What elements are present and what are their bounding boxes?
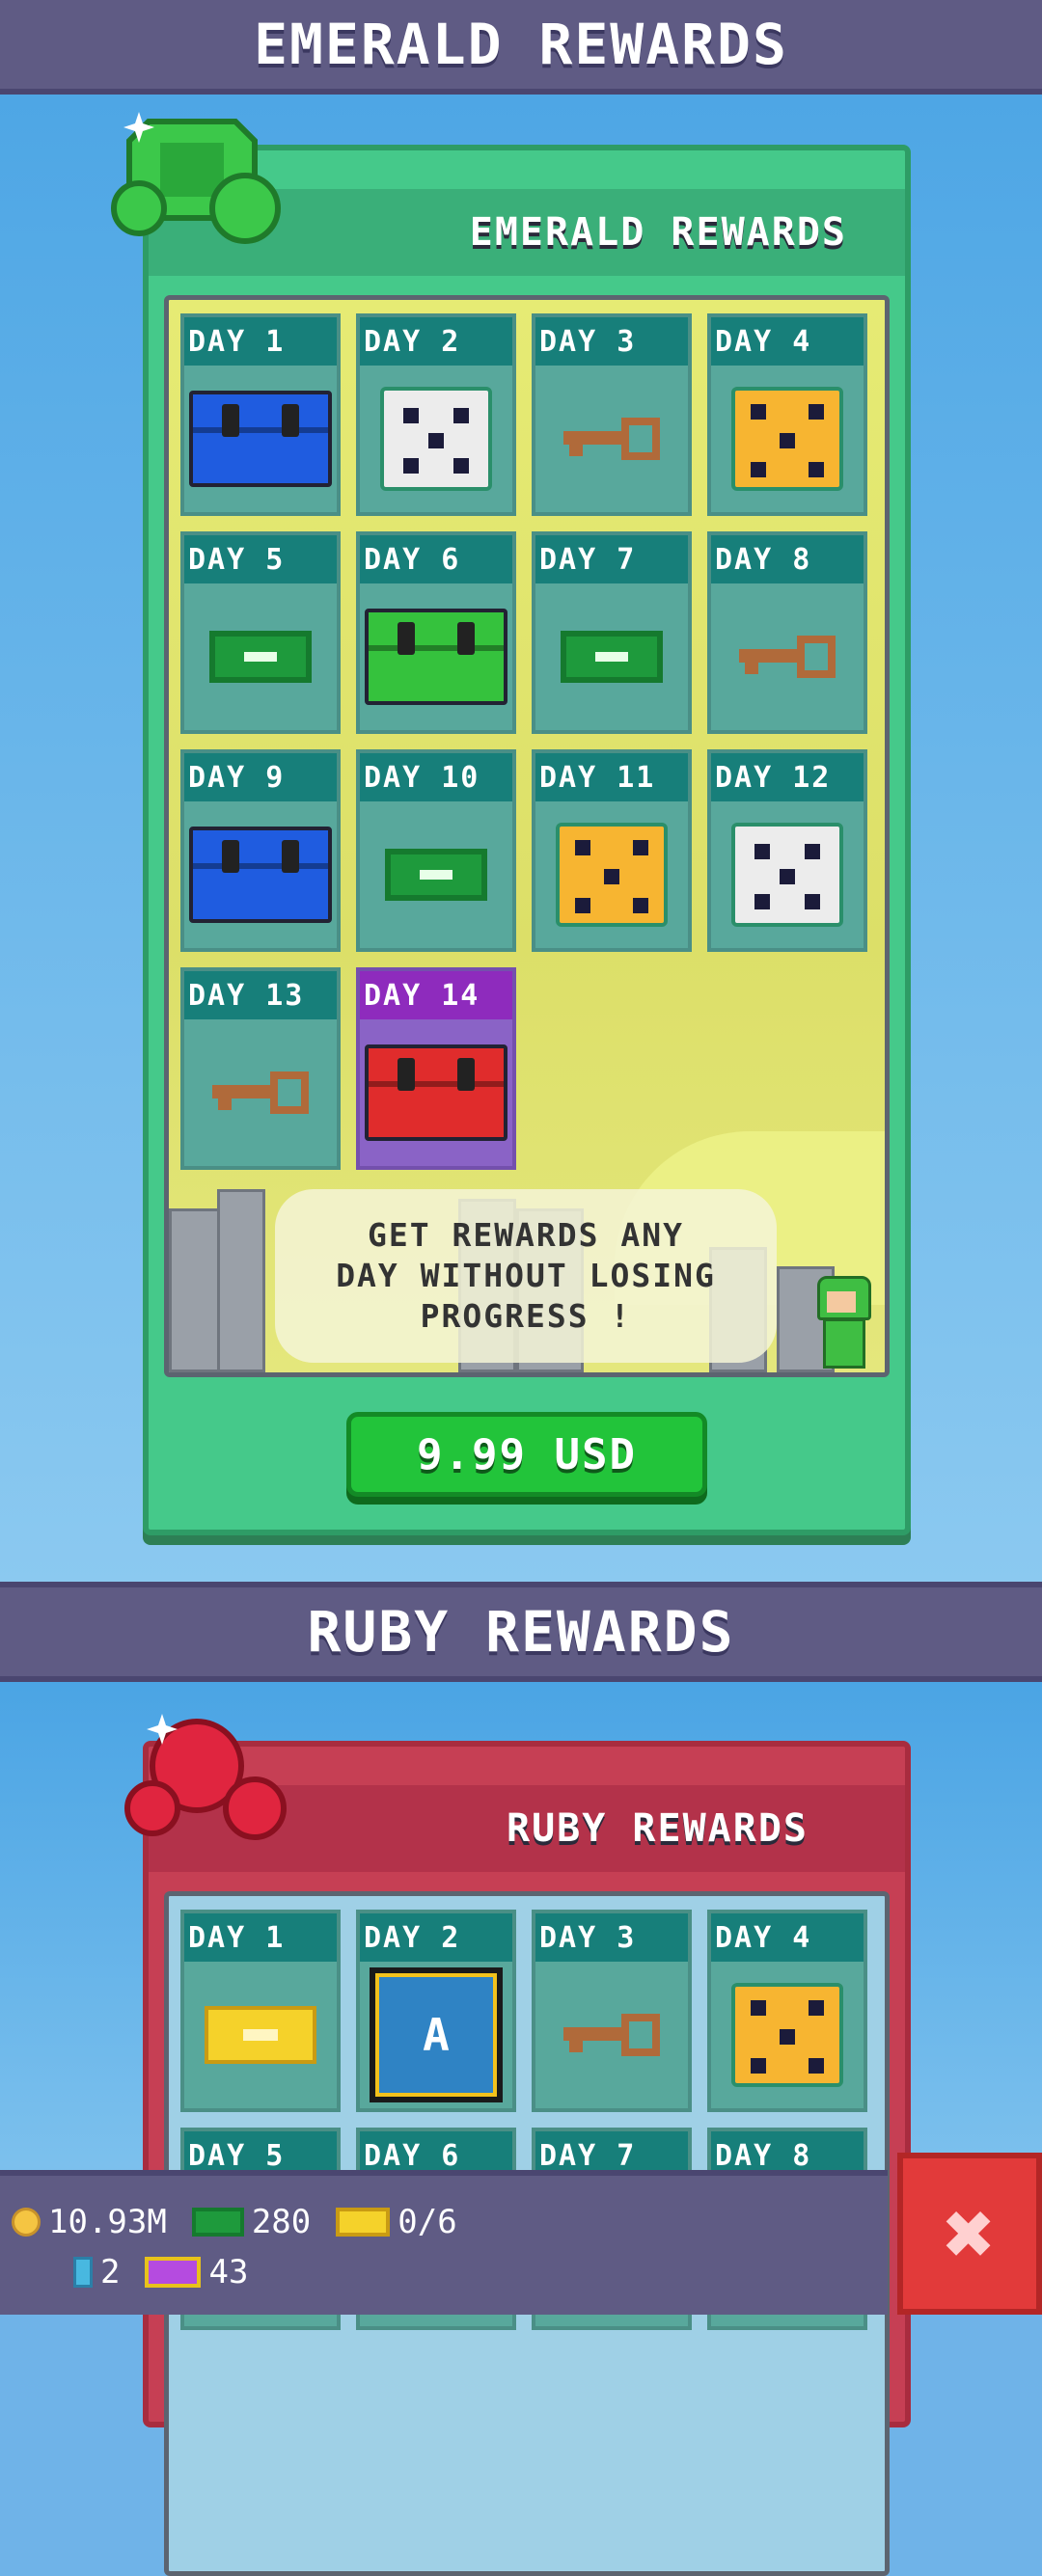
ruby-day-tile[interactable]: DAY 3 — [532, 1910, 692, 2112]
emerald-day-tile[interactable]: DAY 9 — [180, 749, 341, 952]
cash-count: 280 — [251, 2203, 312, 2241]
emerald-rewards-board: DAY 1 DAY 2 DAY 3 DAY 4 DAY 5 DAY 6 DAY 7 DAY 8… — [164, 295, 890, 1377]
currency-hud: 10.93M 280 0/6 2 43 — [0, 2170, 888, 2315]
day-label: DAY 9 — [184, 753, 337, 801]
gold-dice-icon — [556, 823, 668, 927]
key-icon — [739, 636, 836, 678]
white-dice-icon — [731, 823, 843, 927]
emerald-day-tile[interactable]: DAY 1 — [180, 313, 341, 516]
emerald-day-tile[interactable]: DAY 11 — [532, 749, 692, 952]
emerald-day-tile[interactable]: DAY 2 — [356, 313, 516, 516]
day-label: DAY 7 — [535, 535, 688, 583]
emerald-rewards-panel: EMERALD REWARDS DAY 1 DAY 2 DAY 3 DAY 4 DAY … — [111, 112, 911, 1535]
emerald-day-tile[interactable]: DAY 12 — [707, 749, 867, 952]
crystal-count: 2 — [100, 2253, 121, 2291]
emerald-gem-icon — [111, 112, 281, 244]
cash-icon — [561, 631, 663, 683]
ruby-day-tile[interactable]: DAY 2 A — [356, 1910, 516, 2112]
day-label: DAY 2 — [360, 1913, 512, 1962]
day-label: DAY 8 — [711, 535, 864, 583]
ruby-day-tile[interactable]: DAY 1 — [180, 1910, 341, 2112]
emerald-day-tile[interactable]: DAY 13 — [180, 967, 341, 1170]
emerald-day-tile[interactable]: DAY 7 — [532, 531, 692, 734]
a-card-icon: A — [370, 1967, 503, 2102]
cash-icon — [209, 631, 312, 683]
crystal-icon — [73, 2257, 93, 2288]
emerald-day-tile[interactable]: DAY 8 — [707, 531, 867, 734]
green-chest-icon — [365, 609, 507, 705]
key-icon — [563, 418, 660, 460]
ruby-section-header: RUBY REWARDS — [0, 1582, 1042, 1682]
day-label: DAY 10 — [360, 753, 512, 801]
ruby-gem-icon — [124, 1714, 287, 1840]
blue-chest-icon — [189, 391, 332, 487]
day-label: DAY 3 — [535, 317, 688, 366]
close-button[interactable]: ✖ — [897, 2153, 1042, 2315]
emerald-day-tile[interactable]: DAY 3 — [532, 313, 692, 516]
day-label: DAY 4 — [711, 1913, 864, 1962]
day-label: DAY 11 — [535, 753, 688, 801]
day-label: DAY 2 — [360, 317, 512, 366]
ticket-icon — [336, 2208, 391, 2237]
cash-icon — [191, 2208, 244, 2237]
day-label: DAY 3 — [535, 1913, 688, 1962]
emerald-day-tile[interactable]: DAY 6 — [356, 531, 516, 734]
gold-dice-icon — [731, 1983, 843, 2087]
ticket-icon — [205, 2006, 316, 2064]
emerald-section-header: EMERALD REWARDS — [0, 0, 1042, 95]
day-label: DAY 1 — [184, 1913, 337, 1962]
day-label: DAY 5 — [184, 535, 337, 583]
coin-icon — [12, 2208, 41, 2237]
gold-dice-icon — [731, 387, 843, 491]
emerald-day-tile[interactable]: DAY 14 — [356, 967, 516, 1170]
ticket-count: 0/6 — [398, 2203, 457, 2241]
key-icon — [212, 1071, 309, 1114]
day-label: DAY 6 — [360, 535, 512, 583]
ruby-day-tile[interactable]: DAY 4 — [707, 1910, 867, 2112]
white-dice-icon — [380, 387, 492, 491]
emerald-day-tile[interactable]: DAY 10 — [356, 749, 516, 952]
day-label: DAY 4 — [711, 317, 864, 366]
card-count: 43 — [208, 2253, 249, 2291]
red-chest-icon — [365, 1044, 507, 1141]
day-label: DAY 1 — [184, 317, 337, 366]
card-icon — [145, 2257, 202, 2288]
day-label: DAY 12 — [711, 753, 864, 801]
frog-character-icon — [813, 1276, 871, 1369]
cash-icon — [385, 849, 487, 901]
buy-emerald-button[interactable]: 9.99 USD — [346, 1412, 707, 1497]
coin-count: 10.93M — [48, 2203, 167, 2241]
emerald-day-grid: DAY 1 DAY 2 DAY 3 DAY 4 DAY 5 DAY 6 DAY 7 DAY 8… — [180, 313, 867, 1170]
key-icon — [563, 2014, 660, 2056]
blue-chest-icon — [189, 827, 332, 923]
day-label: DAY 14 — [360, 971, 512, 1019]
ruby-rewards-panel: RUBY REWARDS DAY 1 DAY 2 A DAY 3 DAY 4 DAY 5D… — [124, 1714, 911, 2576]
emerald-day-tile[interactable]: DAY 5 — [180, 531, 341, 734]
emerald-day-tile[interactable]: DAY 4 — [707, 313, 867, 516]
info-speech-bubble: GET REWARDS ANY DAY WITHOUT LOSING PROGR… — [275, 1189, 777, 1363]
day-label: DAY 13 — [184, 971, 337, 1019]
